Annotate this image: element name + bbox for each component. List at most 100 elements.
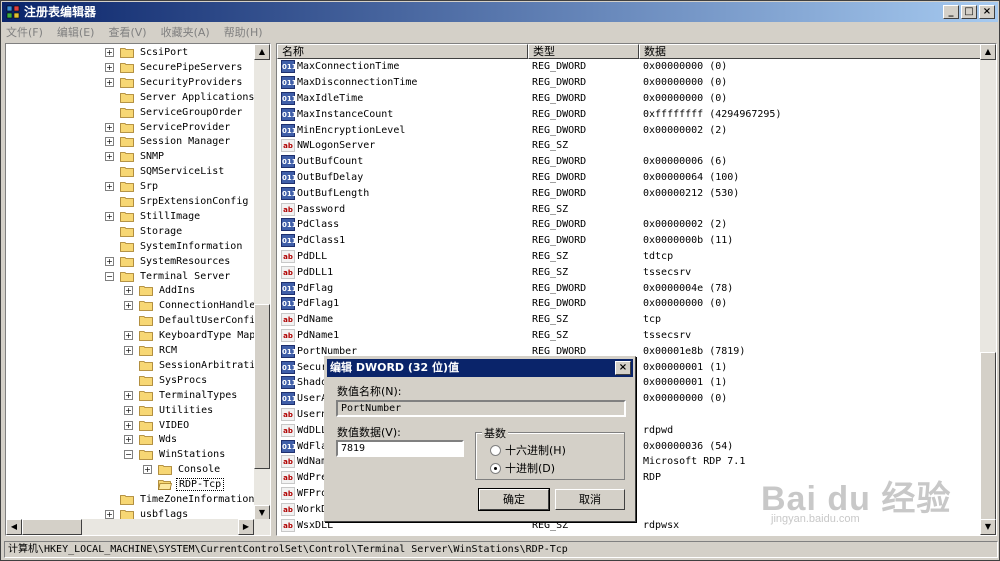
value-row[interactable]: 011 PdClass1 REG_DWORD 0x0000000b (11): [277, 233, 981, 249]
expand-toggle-icon[interactable]: +: [105, 137, 114, 147]
tree-node[interactable]: + Utilities: [124, 403, 215, 418]
key-tree-pane[interactable]: + ScsiPort + SecurePipeServers + SecurityProv…: [5, 43, 271, 536]
tree-node[interactable]: + ServiceProvider: [105, 120, 232, 135]
value-row[interactable]: 011 OutBufLength REG_DWORD 0x00000212 (530): [277, 185, 981, 201]
column-header-name[interactable]: 名称: [277, 44, 528, 59]
value-row[interactable]: ab Password REG_SZ: [277, 201, 981, 217]
expand-toggle-icon[interactable]: +: [105, 62, 114, 72]
value-data-input[interactable]: 7819: [336, 440, 464, 457]
expand-toggle-icon[interactable]: +: [124, 420, 133, 430]
tree-node[interactable]: TimeZoneInformation: [105, 492, 256, 507]
value-row[interactable]: ab NWLogonServer REG_SZ: [277, 138, 981, 154]
tree-scroll-thumb[interactable]: [254, 304, 270, 469]
value-row[interactable]: 011 OutBufCount REG_DWORD 0x00000006 (6): [277, 154, 981, 170]
expand-toggle-icon[interactable]: +: [124, 301, 133, 311]
menu-favorites[interactable]: 收藏夹(A): [161, 24, 210, 40]
menu-file[interactable]: 文件(F): [6, 24, 43, 40]
value-row[interactable]: 011 MaxDisconnectionTime REG_DWORD 0x000000…: [277, 75, 981, 91]
expand-toggle-icon[interactable]: +: [105, 182, 114, 192]
tree-node[interactable]: − WinStations: [124, 447, 227, 462]
tree-horizontal-scrollbar[interactable]: ◀ ▶: [6, 519, 270, 535]
expand-toggle-icon[interactable]: +: [124, 346, 133, 355]
tree-node[interactable]: + AddIns: [124, 283, 197, 298]
value-row[interactable]: 011 PdFlag REG_DWORD 0x0000004e (78): [277, 280, 981, 296]
expand-toggle-icon[interactable]: +: [105, 77, 114, 87]
tree-node[interactable]: + SecurePipeServers: [105, 60, 244, 75]
tree-node[interactable]: + SystemResources: [105, 254, 232, 269]
value-row[interactable]: ab PdName1 REG_SZ tssecsrv: [277, 328, 981, 344]
tree-node[interactable]: Storage: [105, 224, 184, 239]
tree-node[interactable]: + TerminalTypes: [124, 388, 239, 403]
radio-decimal-icon[interactable]: [490, 462, 501, 474]
close-button[interactable]: ×: [979, 5, 995, 19]
tree-node[interactable]: SystemInformation: [105, 239, 244, 254]
tree-vertical-scrollbar[interactable]: ▲ ▼: [254, 44, 270, 521]
tree-node[interactable]: SrpExtensionConfig: [105, 194, 250, 209]
expand-toggle-icon[interactable]: +: [105, 122, 114, 132]
value-row[interactable]: ab PdDLL REG_SZ tdtcp: [277, 249, 981, 265]
tree-hscroll-thumb[interactable]: [22, 519, 82, 535]
expand-toggle-icon[interactable]: +: [105, 256, 114, 266]
value-row[interactable]: 011 PdFlag1 REG_DWORD 0x00000000 (0): [277, 296, 981, 312]
expand-toggle-icon[interactable]: +: [105, 211, 114, 221]
column-header-data[interactable]: 数据: [639, 44, 981, 59]
tree-node[interactable]: SysProcs: [124, 373, 209, 388]
tree-node[interactable]: + ScsiPort: [105, 45, 190, 60]
tree-scroll-right-icon[interactable]: ▶: [238, 519, 254, 535]
tree-node[interactable]: SessionArbitration: [124, 358, 256, 373]
expand-toggle-icon[interactable]: +: [105, 152, 114, 162]
ok-button[interactable]: 确定: [478, 488, 550, 511]
expand-toggle-icon[interactable]: +: [124, 286, 133, 296]
tree-node[interactable]: Server Applications: [105, 90, 256, 105]
cancel-button[interactable]: 取消: [555, 489, 625, 510]
radio-hexadecimal[interactable]: 十六进制(H): [490, 442, 566, 458]
expand-toggle-icon[interactable]: +: [124, 331, 133, 341]
values-vertical-scrollbar[interactable]: ▲ ▼: [980, 44, 996, 535]
value-row[interactable]: 011 MinEncryptionLevel REG_DWORD 0x00000002…: [277, 122, 981, 138]
tree-node[interactable]: + StillImage: [105, 209, 202, 224]
collapse-toggle-icon[interactable]: −: [105, 271, 114, 281]
maximize-button[interactable]: □: [961, 5, 977, 19]
tree-node[interactable]: + ConnectionHandler: [124, 298, 256, 313]
minimize-button[interactable]: _: [943, 5, 959, 19]
tree-node[interactable]: + KeyboardType Mappi: [124, 328, 256, 343]
menu-edit[interactable]: 编辑(E): [57, 24, 95, 40]
value-row[interactable]: 011 OutBufDelay REG_DWORD 0x00000064 (100): [277, 170, 981, 186]
value-row[interactable]: 011 MaxIdleTime REG_DWORD 0x00000000 (0): [277, 91, 981, 107]
expand-toggle-icon[interactable]: +: [124, 390, 133, 400]
value-row[interactable]: ab PdName REG_SZ tcp: [277, 312, 981, 328]
value-row[interactable]: 011 MaxConnectionTime REG_DWORD 0x00000000 …: [277, 59, 981, 75]
expand-toggle-icon[interactable]: +: [143, 465, 152, 475]
values-scroll-up-icon[interactable]: ▲: [980, 44, 996, 60]
values-scroll-down-icon[interactable]: ▼: [980, 519, 996, 535]
tree-node[interactable]: + Console: [143, 462, 222, 477]
tree-node[interactable]: + Srp: [105, 179, 160, 194]
menu-help[interactable]: 帮助(H): [224, 24, 263, 40]
expand-toggle-icon[interactable]: +: [124, 435, 133, 445]
value-row[interactable]: 011 MaxInstanceCount REG_DWORD 0xffffffff (…: [277, 106, 981, 122]
tree-node[interactable]: SQMServiceList: [105, 164, 226, 179]
expand-toggle-icon[interactable]: +: [105, 48, 114, 57]
tree-scroll-left-icon[interactable]: ◀: [6, 519, 22, 535]
radio-decimal[interactable]: 十进制(D): [490, 460, 555, 476]
tree-node[interactable]: + VIDEO: [124, 418, 191, 433]
tree-node[interactable]: RDP-Tcp: [143, 477, 225, 492]
tree-node[interactable]: DefaultUserConfigu: [124, 313, 256, 328]
column-header-type[interactable]: 类型: [528, 44, 639, 59]
radio-hexadecimal-icon[interactable]: [490, 444, 501, 456]
tree-node[interactable]: + Wds: [124, 432, 179, 447]
collapse-toggle-icon[interactable]: −: [124, 450, 133, 460]
expand-toggle-icon[interactable]: +: [124, 405, 133, 415]
tree-node[interactable]: − Terminal Server: [105, 269, 232, 284]
expand-toggle-icon[interactable]: +: [105, 509, 114, 519]
tree-node[interactable]: + SNMP: [105, 149, 166, 164]
values-scroll-thumb[interactable]: [980, 352, 996, 520]
menu-view[interactable]: 查看(V): [108, 24, 146, 40]
tree-node[interactable]: + Session Manager: [105, 134, 232, 149]
value-row[interactable]: ab PdDLL1 REG_SZ tssecsrv: [277, 264, 981, 280]
value-row[interactable]: 011 PdClass REG_DWORD 0x00000002 (2): [277, 217, 981, 233]
tree-node[interactable]: + RCM: [124, 343, 179, 358]
tree-node[interactable]: ServiceGroupOrder: [105, 105, 244, 120]
dialog-close-icon[interactable]: ×: [615, 361, 631, 375]
tree-node[interactable]: + SecurityProviders: [105, 75, 244, 90]
